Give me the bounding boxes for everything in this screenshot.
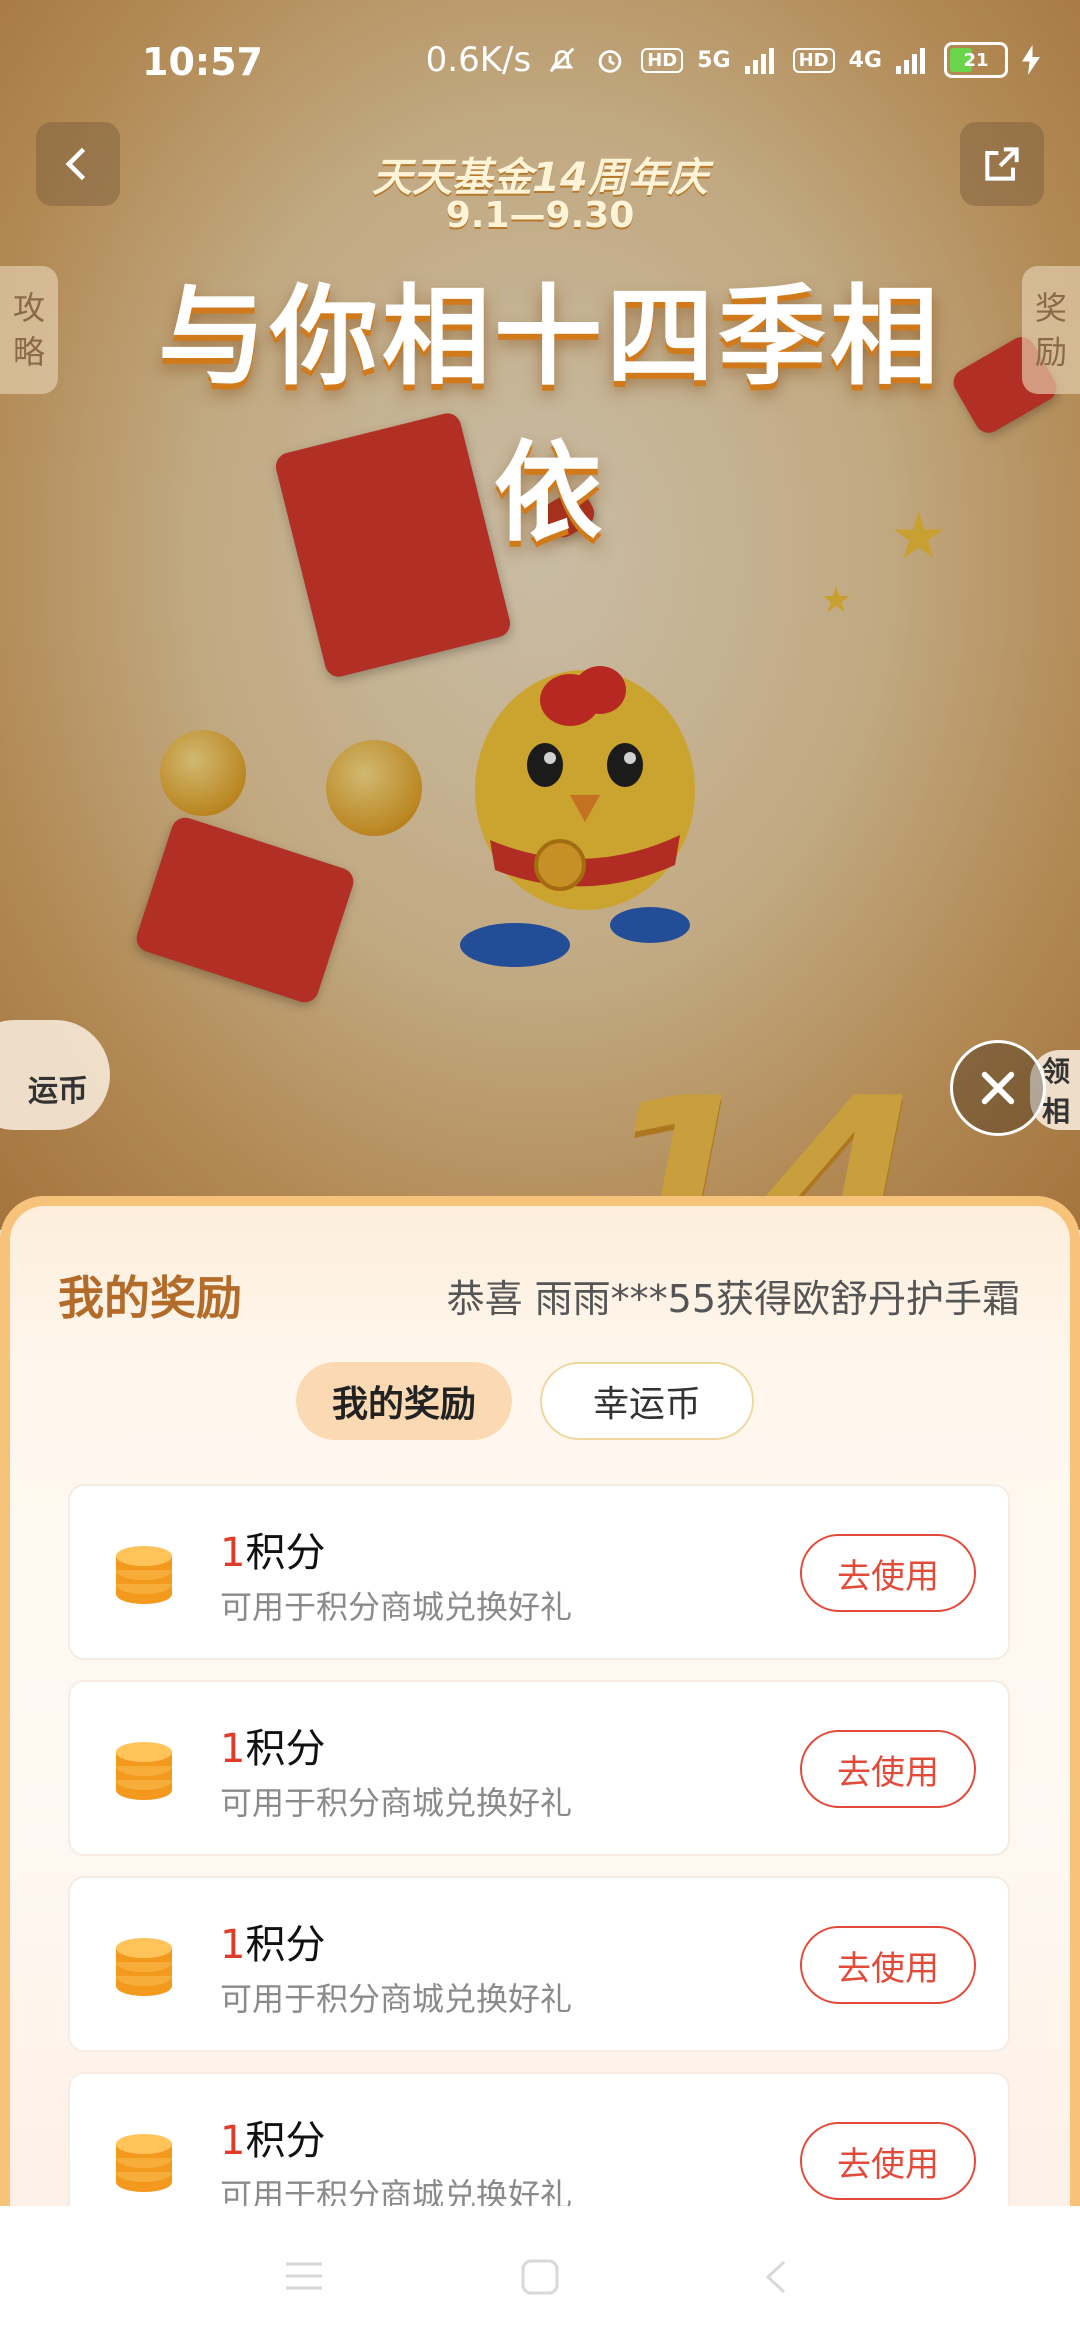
reward-unit: 积分 (245, 1922, 326, 1968)
signal-bars-icon (744, 48, 774, 74)
rewards-side-tab[interactable]: 奖励 (1022, 266, 1080, 394)
battery-icon: 21 (944, 42, 1008, 78)
reward-unit: 积分 (245, 1530, 326, 1576)
sheet-title: 我的奖励 (58, 1271, 242, 1325)
signal-bars-icon (896, 48, 925, 74)
reward-title: 1积分 (220, 2108, 325, 2166)
event-title: 与你相十四季相依 (157, 275, 942, 556)
system-nav-bar (0, 2206, 1080, 2340)
reward-title: 1积分 (220, 1716, 325, 1774)
use-reward-button[interactable]: 去使用 (800, 1730, 976, 1808)
tab-lucky-coins[interactable]: 幸运币 (540, 1362, 754, 1440)
network-speed: 0.6K/s (425, 40, 532, 80)
reward-amount: 1 (220, 1726, 246, 1772)
back-nav-icon[interactable] (760, 2258, 790, 2296)
status-time: 10:57 (142, 40, 263, 84)
close-button[interactable] (950, 1040, 1046, 1136)
use-reward-button[interactable]: 去使用 (800, 2122, 976, 2200)
use-reward-button[interactable]: 去使用 (800, 1534, 976, 1612)
back-button[interactable] (36, 122, 120, 206)
tab-my-rewards[interactable]: 我的奖励 (296, 1362, 512, 1440)
coin-stack-icon (116, 1742, 172, 1800)
battery-level: 21 (963, 49, 989, 71)
event-dates: 9.1—9.30 (445, 195, 635, 236)
reward-amount: 1 (220, 1530, 246, 1576)
alarm-icon (598, 50, 622, 73)
strategy-side-tab[interactable]: 攻略 (0, 266, 58, 394)
charging-icon (1022, 45, 1040, 75)
lucky-coin-entry[interactable]: 运币 (0, 1020, 110, 1130)
home-nav-icon[interactable] (520, 2258, 560, 2296)
menu-nav-icon[interactable] (282, 2258, 326, 2294)
reward-unit: 积分 (245, 1726, 326, 1772)
hd-badge: HD (641, 47, 684, 73)
reward-unit: 积分 (245, 2118, 326, 2164)
signal-4g-label: 4G (848, 47, 882, 73)
share-button[interactable] (960, 122, 1044, 206)
reward-card: 1积分 可用于积分商城兑换好礼 去使用 (68, 1876, 1010, 2052)
share-icon (985, 147, 1019, 181)
reward-description: 可用于积分商城兑换好礼 (220, 1588, 573, 1626)
back-arrow-icon (65, 147, 86, 181)
coin-stack-icon (116, 2134, 172, 2192)
reward-card: 1积分 可用于积分商城兑换好礼 去使用 (68, 2072, 1010, 2222)
reward-description: 可用于积分商城兑换好礼 (220, 1784, 573, 1822)
use-reward-button[interactable]: 去使用 (800, 1926, 976, 2004)
event-banner: ★ ★ 14 天天基金14周年庆 9.1—9.30 与你相十四季相依 (0, 0, 1080, 1230)
reward-description: 可用于积分商城兑换好礼 (220, 1980, 573, 2018)
status-bar: 10:57 0.6K/s HD 5G HD 4G 21 (0, 0, 1080, 128)
reward-title: 1积分 (220, 1912, 325, 1970)
close-icon (981, 1071, 1015, 1105)
status-indicators: 0.6K/s HD 5G HD 4G 21 (426, 40, 1040, 80)
hd-badge: HD (792, 47, 835, 73)
coin-stack-icon (116, 1546, 172, 1604)
coin-stack-icon (116, 1938, 172, 1996)
reward-amount: 1 (220, 2118, 246, 2164)
reward-title: 1积分 (220, 1520, 325, 1578)
reward-card: 1积分 可用于积分商城兑换好礼 去使用 (68, 1484, 1010, 1660)
reward-amount: 1 (220, 1922, 246, 1968)
signal-5g-label: 5G (697, 47, 731, 73)
reward-card: 1积分 可用于积分商城兑换好礼 去使用 (68, 1680, 1010, 1856)
mute-bell-icon (549, 47, 575, 73)
winner-notice: 恭喜 雨雨***55获得欧舒丹护手霜 (446, 1277, 1020, 1321)
